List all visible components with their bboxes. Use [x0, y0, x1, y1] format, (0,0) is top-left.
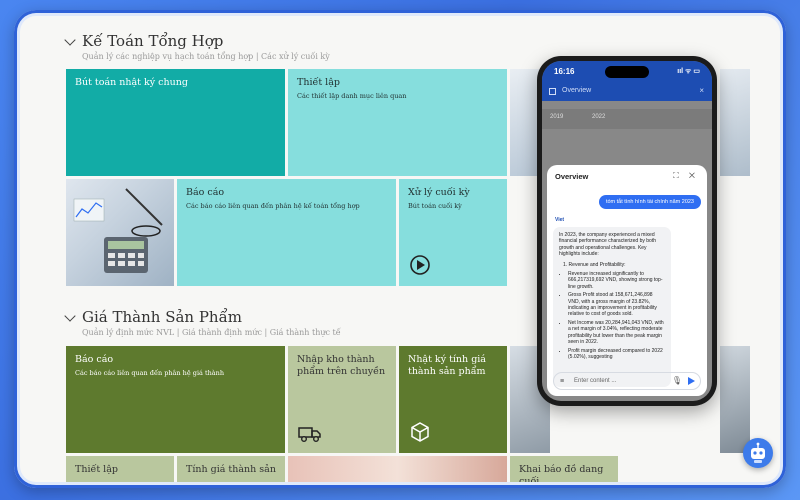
tile-compute-cost[interactable]: Tính giá thành sản [177, 456, 285, 482]
grid-icon[interactable] [549, 88, 556, 95]
assistant-message: In 2023, the company experienced a mixed… [553, 227, 671, 387]
tile-cost-settings[interactable]: Thiết lập [66, 456, 174, 482]
phone-screen: 16:16 ııl ᯤ ▭ Overview × 2019 2022 Overv… [542, 61, 712, 401]
status-time: 16:16 [554, 67, 575, 76]
year-label: 2019 [550, 114, 564, 120]
tile-title: Tính giá thành sản [186, 464, 276, 475]
list-item: Net Income was 20,284,941,043 VND, with … [568, 320, 665, 346]
tile-title: Thiết lập [297, 77, 340, 88]
factory-photo-right [720, 346, 750, 453]
assistant-point-heading: 1. Revenue and Profitability: [563, 261, 626, 268]
chevron-down-icon[interactable] [64, 310, 76, 322]
assistant-intro: In 2023, the company experienced a mixed… [559, 232, 656, 258]
chat-input[interactable]: ≡ Enter content ... 🎙 [553, 372, 701, 390]
app-bar-title: Overview [562, 87, 592, 94]
chevron-down-icon[interactable] [64, 34, 76, 46]
phone-mockup: 16:16 ııl ᯤ ▭ Overview × 2019 2022 Overv… [537, 56, 717, 406]
assistant-bullets: Revenue increased significantly to 666,2… [559, 271, 665, 360]
dynamic-island [605, 66, 649, 78]
calculator-photo [66, 179, 174, 286]
cube-icon [411, 422, 429, 442]
tile-title: Xử lý cuối kỳ [408, 187, 470, 198]
play-circle-icon [410, 255, 430, 275]
tile-title: Báo cáo [75, 354, 114, 365]
status-icons: ııl ᯤ ▭ [677, 68, 700, 75]
list-item: Revenue increased significantly to 666,2… [568, 271, 665, 290]
year-row [542, 109, 712, 129]
tile-title: Báo cáo [186, 187, 225, 198]
tile-subtitle: Bút toán cuối kỳ [408, 202, 462, 210]
tile-reports[interactable]: Báo cáo Các báo cáo liên quan đến phân h… [177, 179, 396, 286]
year-label: 2022 [592, 114, 606, 120]
tile-settings[interactable]: Thiết lập Các thiết lập danh mục liên qu… [288, 69, 507, 176]
chat-title: Overview [555, 172, 589, 181]
tile-cost-reports[interactable]: Báo cáo Các báo cáo liên quan đến phân h… [66, 346, 285, 453]
list-item: Profit margin decreased compared to 2022… [568, 348, 665, 361]
truck-icon [298, 427, 321, 442]
send-icon[interactable] [688, 377, 695, 385]
tile-finished-goods-receipt[interactable]: Nhập kho thành phẩm trên chuyền [288, 346, 396, 453]
close-icon[interactable]: × [699, 86, 704, 95]
tile-period-end[interactable]: Xử lý cuối kỳ Bút toán cuối kỳ [399, 179, 507, 286]
mic-icon[interactable]: 🎙 [672, 376, 682, 385]
chat-panel: Overview ⛶ ✕ tóm tắt tình hình tài chính… [547, 165, 707, 396]
tile-subtitle: Các báo cáo liên quan đến phân hệ giá th… [75, 369, 225, 377]
section-title: Giá Thành Sản Phẩm [82, 308, 243, 326]
office-photo-right [720, 69, 750, 176]
tile-general-journal[interactable]: Bút toán nhật ký chung [66, 69, 285, 176]
section-title: Kế Toán Tổng Hợp [82, 32, 224, 50]
tile-title: Nhật ký tính giá thành sản phẩm [408, 354, 486, 377]
brand-logo: Viet [555, 217, 565, 223]
tile-title: Bút toán nhật ký chung [75, 77, 188, 88]
app-bar: Overview × [542, 83, 712, 101]
calculator-icon [73, 188, 163, 273]
tile-title: Nhập kho thành phẩm trên chuyền [297, 354, 386, 377]
tile-title: Thiết lập [75, 464, 118, 475]
section-subtitle: Quản lý định mức NVL | Giá thành định mứ… [82, 328, 341, 337]
robot-icon [751, 442, 765, 463]
chatbot-button[interactable] [743, 438, 773, 468]
list-item: Gross Profit stood at 158,671,246,898 VN… [568, 292, 665, 318]
tile-subtitle: Các báo cáo liên quan đến phân hệ kế toá… [186, 202, 360, 210]
materials-photo [288, 456, 507, 482]
tile-wip-declaration[interactable]: Khai báo đồ dang cuối [510, 456, 618, 482]
user-message: tóm tắt tình hình tài chính năm 2023 [598, 195, 701, 209]
chat-controls[interactable]: ⛶ ✕ [673, 171, 699, 181]
tile-subtitle: Các thiết lập danh mục liên quan [297, 92, 407, 100]
section-subtitle: Quản lý các nghiệp vụ hạch toán tổng hợp… [82, 52, 330, 61]
tile-costing-journal[interactable]: Nhật ký tính giá thành sản phẩm [399, 346, 507, 453]
chat-input-placeholder: Enter content ... [574, 378, 617, 384]
filter-icon[interactable]: ≡ [560, 378, 564, 385]
tile-title: Khai báo đồ dang cuối [519, 464, 604, 482]
